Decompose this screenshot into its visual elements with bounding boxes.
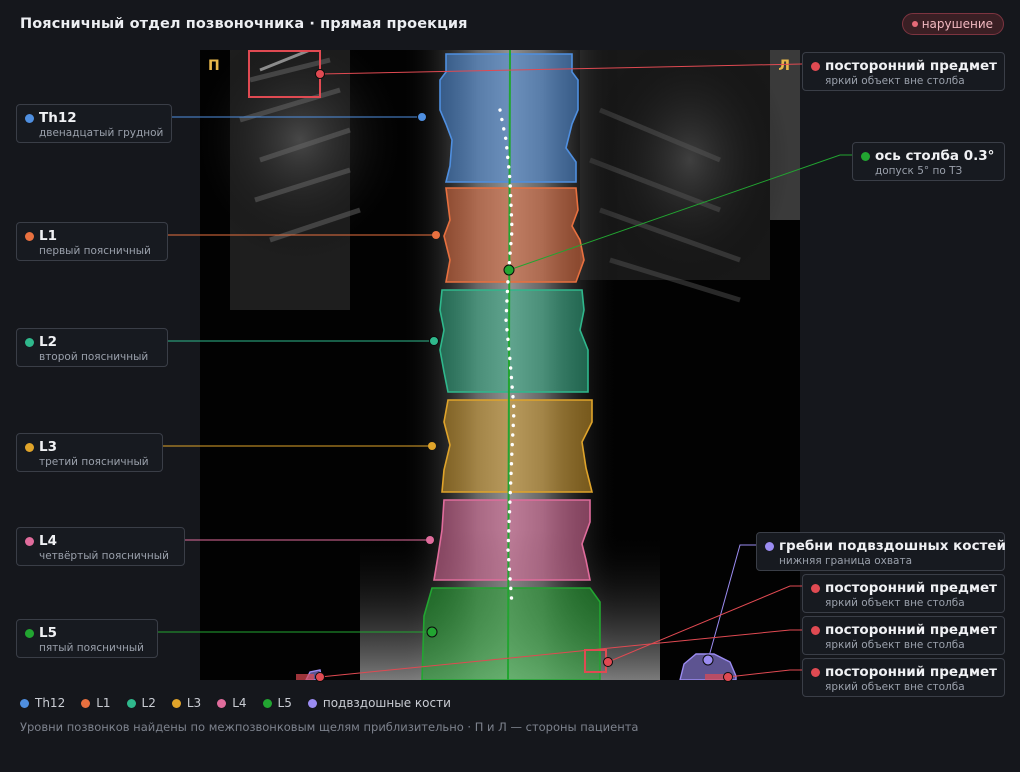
callout-foreign-object-1-note: яркий объект вне столба bbox=[825, 75, 965, 87]
callout-l2-title: L2 bbox=[39, 334, 57, 350]
xray-image bbox=[200, 50, 800, 680]
callout-foreign-object-2[interactable]: посторонний предмет яркий объект вне сто… bbox=[802, 574, 1005, 613]
status-badge-label: нарушение bbox=[921, 17, 993, 31]
callout-foreign-object-3-note: яркий объект вне столба bbox=[825, 639, 965, 651]
callout-foreign-object-3-title: посторонний предмет bbox=[825, 622, 997, 638]
legend-dot-icon bbox=[126, 698, 136, 708]
callout-l5[interactable]: L5 пятый поясничный bbox=[16, 619, 158, 658]
legend-item-ilium[interactable]: подвздошные кости bbox=[307, 696, 451, 710]
callout-column-axis-note: допуск 5° по ТЗ bbox=[875, 165, 963, 177]
callout-foreign-object-3[interactable]: посторонний предмет яркий объект вне сто… bbox=[802, 616, 1005, 655]
legend-dot-icon bbox=[81, 698, 91, 708]
callout-iliac-crests-title: гребни подвздошных костей bbox=[779, 538, 1007, 554]
legend-item-l3[interactable]: L3 bbox=[171, 696, 202, 710]
legend-label: L2 bbox=[141, 696, 156, 710]
callout-foreign-object-1[interactable]: посторонний предмет яркий объект вне сто… bbox=[802, 52, 1005, 91]
th12-dot-icon bbox=[25, 114, 34, 123]
iliac-dot-icon bbox=[765, 542, 774, 551]
callout-column-axis-title: ось столба 0.3° bbox=[875, 148, 995, 164]
foreign-object-dot-icon bbox=[811, 626, 820, 635]
callout-l1[interactable]: L1 первый поясничный bbox=[16, 222, 168, 261]
callout-iliac-crests[interactable]: гребни подвздошных костей нижняя граница… bbox=[756, 532, 1007, 571]
l3-dot-icon bbox=[25, 443, 34, 452]
legend-item-l5[interactable]: L5 bbox=[262, 696, 292, 710]
legend-label: L4 bbox=[232, 696, 247, 710]
callout-column-axis[interactable]: ось столба 0.3° допуск 5° по ТЗ bbox=[852, 142, 1005, 181]
legend-dot-icon bbox=[217, 698, 227, 708]
callout-th12-desc: двенадцатый грудной bbox=[39, 127, 164, 139]
alert-dot-icon bbox=[911, 21, 918, 27]
legend-dot-icon bbox=[20, 698, 29, 708]
legend-label: подвздошные кости bbox=[322, 696, 451, 710]
legend-item-l1[interactable]: L1 bbox=[81, 696, 111, 710]
foreign-object-dot-icon bbox=[811, 668, 820, 677]
callout-l5-title: L5 bbox=[39, 625, 57, 641]
callout-l1-desc: первый поясничный bbox=[39, 245, 151, 257]
l2-dot-icon bbox=[25, 338, 34, 347]
callout-foreign-object-2-title: посторонний предмет bbox=[825, 580, 997, 596]
legend-item-l4[interactable]: L4 bbox=[217, 696, 247, 710]
page-title: Поясничный отдел позвоночника · прямая п… bbox=[20, 16, 468, 32]
legend: Th12 L1 L2 L3 L4 L5 подвздошные кости bbox=[20, 696, 451, 710]
l4-dot-icon bbox=[25, 537, 34, 546]
legend-label: L5 bbox=[277, 696, 292, 710]
callout-foreign-object-1-title: посторонний предмет bbox=[825, 58, 997, 74]
legend-label: L3 bbox=[186, 696, 202, 710]
callout-l5-desc: пятый поясничный bbox=[39, 642, 144, 654]
callout-foreign-object-4[interactable]: посторонний предмет яркий объект вне сто… bbox=[802, 658, 1005, 697]
legend-dot-icon bbox=[262, 698, 272, 708]
callout-l1-title: L1 bbox=[39, 228, 57, 244]
foreign-object-dot-icon bbox=[811, 584, 820, 593]
side-marker-right-patient: П bbox=[208, 58, 220, 74]
legend-label: L1 bbox=[96, 696, 111, 710]
callout-l4[interactable]: L4 четвёртый поясничный bbox=[16, 527, 185, 566]
xray-viewer[interactable]: П Л bbox=[200, 50, 800, 680]
status-badge[interactable]: нарушение bbox=[901, 13, 1004, 35]
legend-item-th12[interactable]: Th12 bbox=[20, 696, 65, 710]
callout-l2-desc: второй поясничный bbox=[39, 351, 149, 363]
legend-dot-icon bbox=[171, 698, 181, 708]
legend-dot-icon bbox=[307, 698, 317, 708]
callout-l4-desc: четвёртый поясничный bbox=[39, 550, 169, 562]
callout-iliac-crests-note: нижняя граница охвата bbox=[779, 555, 913, 567]
footnote: Уровни позвонков найдены по межпозвонков… bbox=[20, 720, 639, 734]
callout-l3-desc: третий поясничный bbox=[39, 456, 149, 468]
l1-dot-icon bbox=[25, 232, 34, 241]
legend-label: Th12 bbox=[35, 696, 66, 710]
callout-th12[interactable]: Th12 двенадцатый грудной bbox=[16, 104, 172, 143]
callout-l3-title: L3 bbox=[39, 439, 57, 455]
callout-foreign-object-2-note: яркий объект вне столба bbox=[825, 597, 965, 609]
foreign-object-dot-icon bbox=[811, 62, 820, 71]
legend-item-l2[interactable]: L2 bbox=[126, 696, 156, 710]
axis-dot-icon bbox=[861, 152, 870, 161]
callout-l2[interactable]: L2 второй поясничный bbox=[16, 328, 168, 367]
callout-foreign-object-4-title: посторонний предмет bbox=[825, 664, 997, 680]
callout-th12-title: Th12 bbox=[39, 110, 77, 126]
l5-dot-icon bbox=[25, 629, 34, 638]
callout-l3[interactable]: L3 третий поясничный bbox=[16, 433, 163, 472]
callout-l4-title: L4 bbox=[39, 533, 57, 549]
callout-foreign-object-4-note: яркий объект вне столба bbox=[825, 681, 965, 693]
side-marker-left-patient: Л bbox=[778, 58, 790, 74]
